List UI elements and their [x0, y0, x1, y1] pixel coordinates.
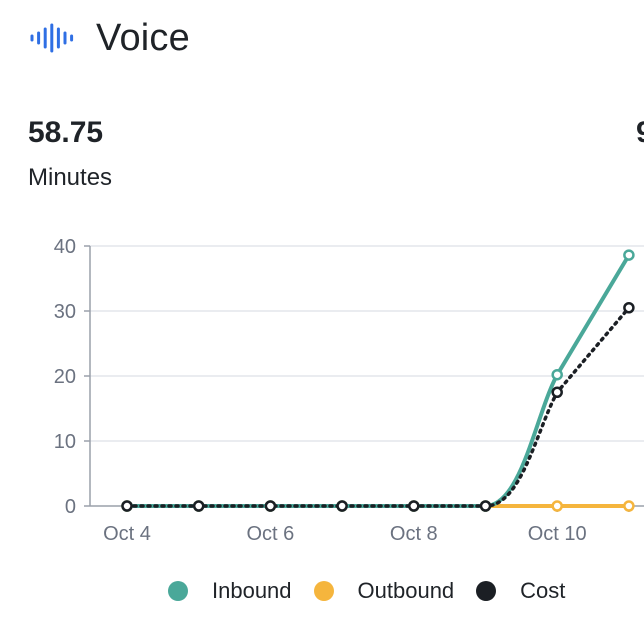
- card-title: Voice: [96, 16, 190, 59]
- data-point-cost[interactable]: [192, 500, 205, 512]
- data-point-cost[interactable]: [408, 500, 420, 512]
- legend-item-inbound[interactable]: Inbound: [168, 578, 292, 604]
- y-tick-label: 40: [54, 236, 76, 258]
- data-point-inbound[interactable]: [408, 500, 420, 512]
- x-tick-label: Oct 4: [103, 523, 151, 545]
- data-point-inbound[interactable]: [121, 500, 133, 512]
- data-point-outbound[interactable]: [121, 500, 133, 512]
- data-point-inbound[interactable]: [336, 500, 348, 512]
- data-point-inbound[interactable]: [192, 500, 205, 512]
- data-point-outbound[interactable]: [479, 500, 492, 512]
- voice-line-chart: 0 10 20 30 40 Oct 4 Oct 6 Oct 8 Oct 10: [54, 236, 644, 545]
- grid-lines: [90, 245, 644, 442]
- chart-legend: Inbound Outbound Cost: [168, 578, 587, 604]
- data-point-cost[interactable]: [336, 500, 348, 512]
- card-header: Voice: [28, 14, 190, 62]
- data-point-inbound[interactable]: [623, 249, 635, 261]
- audio-waveform-icon: [30, 23, 74, 53]
- voice-card: Voice 58.75 Minutes 9 0 10 20 30 40 Oct 4 Oct …: [0, 0, 644, 640]
- data-point-outbound[interactable]: [192, 500, 205, 512]
- y-tick-label: 10: [54, 431, 76, 453]
- minutes-label: Minutes: [28, 164, 113, 191]
- data-point-outbound[interactable]: [623, 500, 635, 512]
- series-line-cost: [125, 306, 631, 508]
- legend-label-outbound: Outbound: [357, 578, 455, 603]
- data-point-cost[interactable]: [121, 500, 133, 512]
- data-point-outbound[interactable]: [336, 500, 348, 512]
- legend-label-cost: Cost: [520, 578, 566, 603]
- data-point-cost[interactable]: [551, 386, 563, 398]
- legend-dot-inbound: [168, 581, 188, 601]
- y-tick-label: 30: [54, 301, 76, 323]
- next-metric-value: 9: [636, 116, 644, 150]
- legend-label-inbound: Inbound: [212, 578, 292, 603]
- data-point-cost[interactable]: [264, 500, 277, 512]
- data-point-cost[interactable]: [623, 302, 635, 314]
- y-tick-label: 0: [65, 496, 76, 518]
- x-tick-label: Oct 10: [528, 523, 587, 545]
- legend-dot-cost: [476, 581, 497, 601]
- minutes-value: 58.75: [28, 116, 104, 149]
- y-tick-label: 20: [54, 366, 76, 388]
- x-tick-label: Oct 6: [247, 523, 295, 545]
- data-point-inbound[interactable]: [551, 368, 563, 381]
- data-point-cost[interactable]: [479, 500, 492, 512]
- data-point-outbound[interactable]: [551, 500, 563, 512]
- data-point-inbound[interactable]: [264, 500, 277, 512]
- x-tick-label: Oct 8: [390, 523, 438, 545]
- legend-item-outbound[interactable]: Outbound: [313, 578, 455, 604]
- data-point-inbound[interactable]: [479, 500, 492, 512]
- data-point-outbound[interactable]: [408, 500, 420, 512]
- legend-item-cost[interactable]: Cost: [476, 578, 565, 604]
- series-line-inbound: [125, 253, 631, 508]
- data-point-outbound[interactable]: [264, 500, 277, 512]
- legend-dot-outbound: [313, 581, 334, 601]
